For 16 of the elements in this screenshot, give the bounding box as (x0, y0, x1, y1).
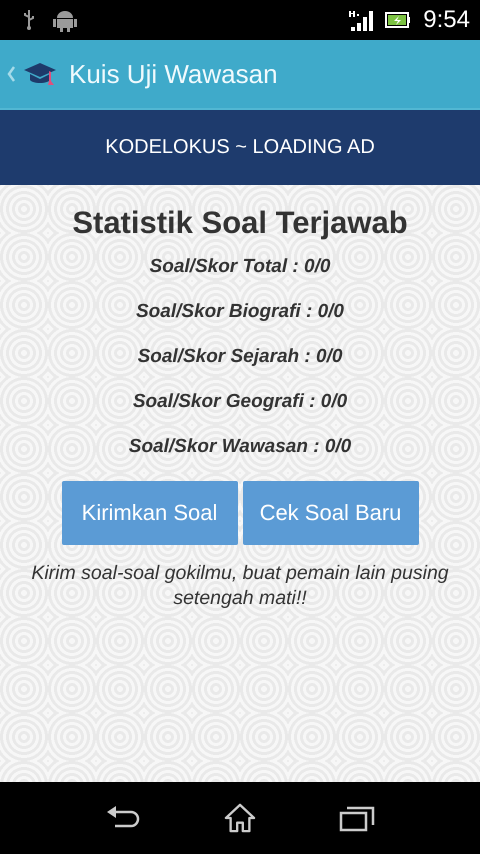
stats-title: Statistik Soal Terjawab (72, 205, 408, 241)
stat-line: Soal/Skor Sejarah : 0/0 (138, 345, 342, 369)
action-button[interactable]: Kirimkan Soal (62, 481, 238, 545)
action-button[interactable]: Cek Soal Baru (242, 481, 418, 545)
battery-icon (385, 11, 412, 29)
graduation-cap-icon (23, 61, 57, 87)
usb-icon (22, 9, 36, 31)
ad-banner[interactable]: KODELOKUS ~ LOADING AD (0, 110, 480, 185)
app-title: Kuis Uji Wawasan (69, 58, 278, 90)
stat-line: Soal/Skor Wawasan : 0/0 (128, 435, 352, 459)
stat-line: Soal/Skor Total : 0/0 (150, 255, 330, 279)
note-text: Kirim soal-soal gokilmu, buat pemain lain pusing setengah mati!! (30, 561, 450, 611)
stat-line: Soal/Skor Biografi : 0/0 (136, 300, 344, 324)
clock-time: 9:54 (423, 6, 470, 34)
stat-line: Soal/Skor Geografi : 0/0 (132, 390, 348, 414)
signal-icon (347, 9, 376, 31)
